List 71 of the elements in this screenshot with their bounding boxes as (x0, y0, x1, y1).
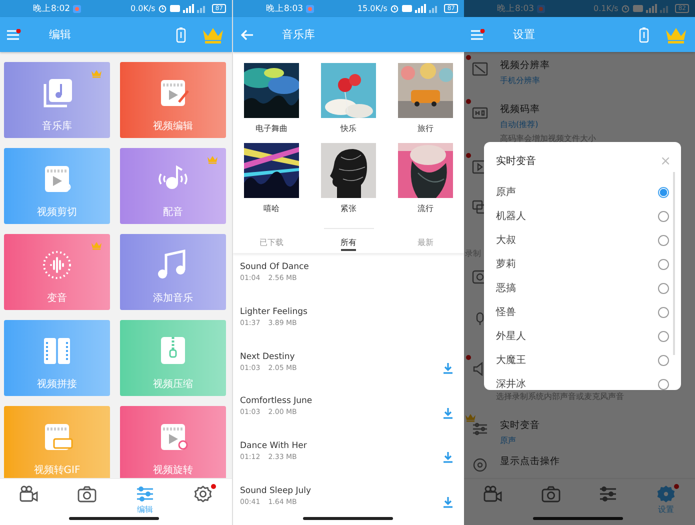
download-icon[interactable] (443, 452, 453, 464)
sim-icon (633, 5, 644, 12)
setting-title[interactable]: 视频码率 (500, 103, 540, 116)
sliders-icon (472, 422, 488, 436)
dialog-title: 实时变音 (496, 154, 536, 168)
screen-title: 音乐库 (282, 27, 315, 42)
sliders-icon (135, 485, 155, 503)
settings-icon (656, 485, 676, 503)
menu-icon (471, 28, 485, 40)
album-card[interactable]: 流行 (387, 143, 464, 214)
alarm-icon (390, 4, 400, 13)
download-icon[interactable] (443, 363, 453, 374)
album-card[interactable]: 紧张 (310, 143, 387, 214)
setting-title[interactable]: 实时变音 (500, 419, 540, 432)
network-speed: 15.0K/s (357, 4, 388, 13)
touch-icon (472, 458, 488, 472)
hq-icon (472, 106, 488, 120)
network-speed: 0.1K/s (594, 4, 618, 13)
song-title[interactable]: Sound Of Dance (240, 262, 309, 272)
camera-icon (540, 485, 561, 503)
download-icon[interactable] (443, 497, 453, 508)
setting-value: 手机分辨率 (500, 75, 540, 86)
setting-value: 原声 (500, 435, 516, 446)
setting-title[interactable]: 视频分辨率 (500, 59, 550, 72)
radio-button[interactable] (658, 210, 669, 222)
sim-icon (402, 5, 412, 12)
network-speed: 0.0K/s (130, 4, 156, 13)
alarm-icon (158, 4, 168, 13)
radio-button[interactable] (658, 306, 669, 318)
camera-icon (77, 485, 97, 503)
aspect-ratio-icon (472, 62, 488, 76)
radio-button[interactable] (658, 330, 669, 342)
album-card[interactable]: 旅行 (387, 63, 464, 134)
screen-title: 设置 (513, 27, 535, 42)
radio-button[interactable] (658, 186, 669, 198)
sim-icon (170, 5, 180, 12)
status-time: 晚上8:02 (33, 2, 70, 14)
radio-button[interactable] (658, 258, 669, 270)
status-time: 晚上8:03 (497, 2, 534, 14)
video-camera-icon (482, 485, 503, 503)
setting-value: 自动(推荐) (500, 119, 538, 130)
app-notification-icon (537, 4, 546, 12)
video-camera-icon (19, 485, 39, 503)
song-title[interactable]: Dance With Her (240, 440, 307, 451)
screen-title: 编辑 (49, 27, 71, 42)
voice-option[interactable]: 深井冰 (484, 372, 681, 390)
menu-icon (7, 28, 21, 40)
album-card[interactable]: 嘻哈 (233, 143, 310, 214)
battery-saver-icon[interactable] (176, 26, 186, 42)
song-title[interactable]: Comfortless June (240, 396, 312, 406)
crown-icon[interactable] (202, 26, 224, 44)
download-icon[interactable] (443, 408, 453, 419)
album-card[interactable]: 快乐 (310, 63, 387, 134)
app-notification-icon (73, 4, 82, 12)
song-title[interactable]: Lighter Feelings (240, 306, 308, 317)
alarm-icon (621, 4, 630, 13)
song-title[interactable]: Sound Sleep July (240, 486, 312, 496)
battery-saver-icon[interactable] (639, 26, 649, 42)
radio-button[interactable] (658, 378, 669, 390)
settings-icon (193, 485, 213, 503)
app-notification-icon (306, 4, 314, 12)
radio-button[interactable] (658, 354, 669, 366)
setting-title[interactable]: 显示点击操作 (500, 455, 560, 468)
sliders-icon (598, 485, 618, 503)
crown-icon[interactable] (665, 26, 687, 44)
album-card[interactable]: 电子舞曲 (233, 63, 310, 134)
song-title[interactable]: Next Destiny (240, 352, 295, 362)
radio-button[interactable] (658, 234, 669, 246)
radio-button[interactable] (658, 282, 669, 294)
status-time: 晚上8:03 (266, 2, 304, 14)
back-arrow-icon (240, 28, 254, 40)
